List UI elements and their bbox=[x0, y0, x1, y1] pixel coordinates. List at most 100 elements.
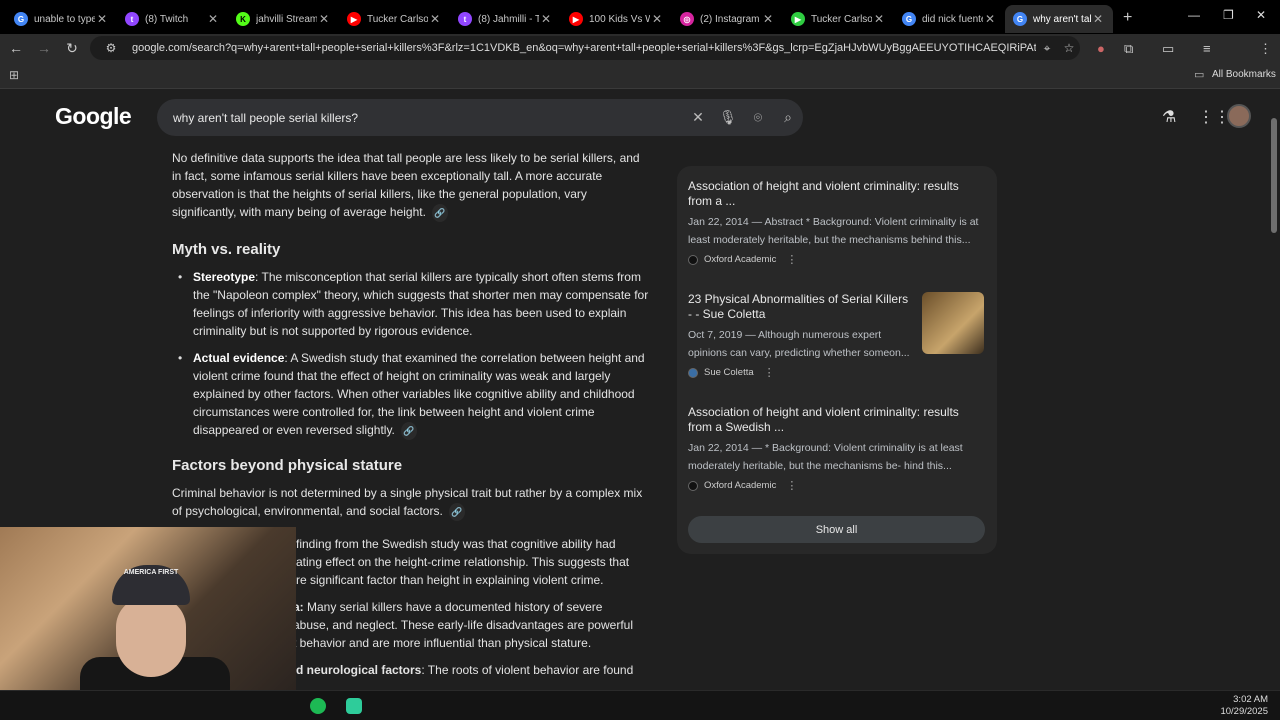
google-icon: G bbox=[902, 12, 916, 26]
close-window-icon[interactable]: ✕ bbox=[1256, 8, 1266, 22]
source-card[interactable]: Association of height and violent crimin… bbox=[688, 179, 984, 266]
forward-icon[interactable]: → bbox=[30, 40, 58, 56]
streamer-face bbox=[116, 597, 186, 677]
all-bookmarks-button[interactable]: All Bookmarks bbox=[1212, 69, 1276, 80]
twitch-icon: t bbox=[458, 12, 472, 26]
tab-1[interactable]: t (8) Twitch ✕ bbox=[117, 5, 228, 33]
site-info-icon[interactable]: ⚙ bbox=[100, 41, 122, 55]
source-snippet: Jan 22, 2014 — Abstract * Background: Vi… bbox=[688, 216, 979, 246]
tab-9-active[interactable]: Gwhy aren't tall ✕ bbox=[1005, 5, 1113, 33]
more-options-icon[interactable]: ⋮ bbox=[786, 253, 797, 266]
more-options-icon[interactable]: ⋮ bbox=[764, 366, 775, 379]
source-site: Sue Coletta bbox=[704, 367, 754, 378]
taskbar: 3:02 AM 10/29/2025 bbox=[0, 690, 1280, 720]
extension-icon[interactable]: ● bbox=[1097, 41, 1105, 56]
sue-coletta-icon bbox=[688, 367, 698, 378]
oxford-academic-icon bbox=[688, 480, 698, 491]
close-tab-icon[interactable]: ✕ bbox=[872, 12, 886, 26]
browser-toolbar: ← → ↻ ⚙ google.com/search?q=why+arent+ta… bbox=[0, 34, 1280, 90]
url-text: google.com/search?q=why+arent+tall+peopl… bbox=[132, 42, 1036, 54]
source-site: Oxford Academic bbox=[704, 480, 777, 491]
twitch-icon: t bbox=[125, 12, 139, 26]
link-icon[interactable]: 🔗 bbox=[400, 422, 417, 440]
youtube-icon: ▶ bbox=[347, 12, 361, 26]
rumble-icon: ▶ bbox=[791, 12, 805, 26]
source-snippet: Jan 22, 2014 — * Background: Violent cri… bbox=[688, 442, 963, 472]
close-tab-icon[interactable]: ✕ bbox=[317, 12, 331, 26]
tab-0[interactable]: Gunable to type ✕ bbox=[6, 5, 117, 33]
list-item: Actual evidence: A Swedish study that ex… bbox=[172, 349, 652, 440]
location-icon[interactable]: ⌖ bbox=[1036, 41, 1058, 56]
kick-icon: K bbox=[236, 12, 250, 26]
page-scrollbar[interactable] bbox=[1268, 89, 1280, 690]
show-all-button[interactable]: Show all bbox=[688, 516, 985, 543]
tab-3[interactable]: ▶ Tucker Carlson ✕ bbox=[339, 5, 450, 33]
source-card[interactable]: Association of height and violent crimin… bbox=[688, 405, 984, 492]
extensions-puzzle-icon[interactable]: ⧉ bbox=[1124, 41, 1133, 57]
section-heading-myth: Myth vs. reality bbox=[172, 241, 281, 258]
search-query[interactable]: why aren't tall people serial killers? bbox=[173, 111, 683, 125]
source-snippet: Oct 7, 2019 — Although numerous expert o… bbox=[688, 329, 910, 359]
scrollbar-thumb[interactable] bbox=[1271, 118, 1277, 233]
address-bar[interactable]: ⚙ google.com/search?q=why+arent+tall+peo… bbox=[90, 36, 1080, 60]
search-box[interactable]: why aren't tall people serial killers? ✕… bbox=[157, 99, 803, 136]
cap-lettering: AMERICA FIRST bbox=[123, 569, 179, 576]
search-icon[interactable]: ⌕ bbox=[773, 109, 803, 126]
close-tab-icon[interactable]: ✕ bbox=[428, 12, 442, 26]
source-thumbnail[interactable] bbox=[922, 292, 984, 354]
minimize-icon[interactable]: — bbox=[1188, 8, 1200, 22]
section-heading-factors: Factors beyond physical stature bbox=[172, 457, 403, 474]
tab-6[interactable]: ◎ (2) Instagram ✕ bbox=[672, 5, 783, 33]
close-tab-icon[interactable]: ✕ bbox=[1091, 12, 1105, 26]
new-tab-button[interactable]: + bbox=[1123, 9, 1132, 27]
more-options-icon[interactable]: ⋮ bbox=[786, 479, 797, 492]
tab-5[interactable]: ▶ 100 Kids Vs W ✕ bbox=[561, 5, 672, 33]
google-icon: G bbox=[1013, 12, 1027, 26]
reload-icon[interactable]: ↻ bbox=[58, 40, 86, 57]
close-tab-icon[interactable]: ✕ bbox=[95, 12, 109, 26]
bookmarks-bar: ⊞ ▭ All Bookmarks bbox=[0, 62, 1280, 89]
tab-strip: Gunable to type ✕ t (8) Twitch ✕ Kjahvilli … bbox=[0, 0, 1280, 34]
maximize-icon[interactable]: ❐ bbox=[1223, 8, 1234, 22]
webcam-overlay: AMERICA FIRST bbox=[0, 527, 296, 690]
tab-7[interactable]: ▶ Tucker Carlson ✕ bbox=[783, 5, 894, 33]
google-logo[interactable]: Google bbox=[55, 103, 132, 130]
close-tab-icon[interactable]: ✕ bbox=[650, 12, 664, 26]
intro-paragraph: No definitive data supports the idea tha… bbox=[172, 149, 652, 222]
back-icon[interactable]: ← bbox=[2, 40, 30, 56]
system-clock[interactable]: 3:02 AM 10/29/2025 bbox=[1220, 694, 1268, 718]
close-tab-icon[interactable]: ✕ bbox=[539, 12, 553, 26]
list-item: Stereotype: The misconception that seria… bbox=[172, 268, 652, 340]
tab-8[interactable]: Gdid nick fuente ✕ bbox=[894, 5, 1005, 33]
source-title[interactable]: Association of height and violent crimin… bbox=[688, 179, 984, 209]
close-tab-icon[interactable]: ✕ bbox=[761, 12, 775, 26]
media-controls-icon[interactable]: ≡ bbox=[1203, 41, 1211, 56]
google-account-avatar[interactable] bbox=[1227, 104, 1251, 128]
close-tab-icon[interactable]: ✕ bbox=[983, 12, 997, 26]
bookmark-star-icon[interactable]: ☆ bbox=[1058, 41, 1080, 55]
apps-grid-icon[interactable]: ⊞ bbox=[9, 68, 19, 82]
source-title[interactable]: 23 Physical Abnormalities of Serial Kill… bbox=[688, 292, 913, 322]
spotify-icon[interactable] bbox=[310, 698, 326, 714]
youtube-icon: ▶ bbox=[569, 12, 583, 26]
link-icon[interactable]: 🔗 bbox=[448, 503, 465, 521]
factors-paragraph: Criminal behavior is not determined by a… bbox=[172, 484, 652, 521]
close-tab-icon[interactable]: ✕ bbox=[206, 12, 220, 26]
cast-icon[interactable]: ▭ bbox=[1162, 41, 1174, 57]
discord-icon[interactable] bbox=[346, 698, 362, 714]
source-site: Oxford Academic bbox=[704, 254, 777, 265]
sources-panel: Association of height and violent crimin… bbox=[677, 166, 997, 554]
labs-flask-icon[interactable]: ⚗ bbox=[1162, 107, 1176, 127]
microphone-icon[interactable]: 🎙 bbox=[713, 109, 743, 126]
menu-kebab-icon[interactable]: ⋮ bbox=[1259, 41, 1272, 57]
tab-2[interactable]: Kjahvilli Stream ✕ bbox=[228, 5, 339, 33]
source-title[interactable]: Association of height and violent crimin… bbox=[688, 405, 984, 435]
source-card[interactable]: 23 Physical Abnormalities of Serial Kill… bbox=[688, 292, 984, 379]
google-icon: G bbox=[14, 12, 28, 26]
folder-icon: ▭ bbox=[1194, 69, 1205, 81]
lens-icon[interactable]: ⌾ bbox=[743, 109, 773, 126]
link-icon[interactable]: 🔗 bbox=[431, 204, 448, 222]
clear-icon[interactable]: ✕ bbox=[683, 109, 713, 126]
tab-4[interactable]: t (8) Jahmilli - T ✕ bbox=[450, 5, 561, 33]
google-apps-icon[interactable]: ⋮⋮ bbox=[1198, 107, 1230, 127]
